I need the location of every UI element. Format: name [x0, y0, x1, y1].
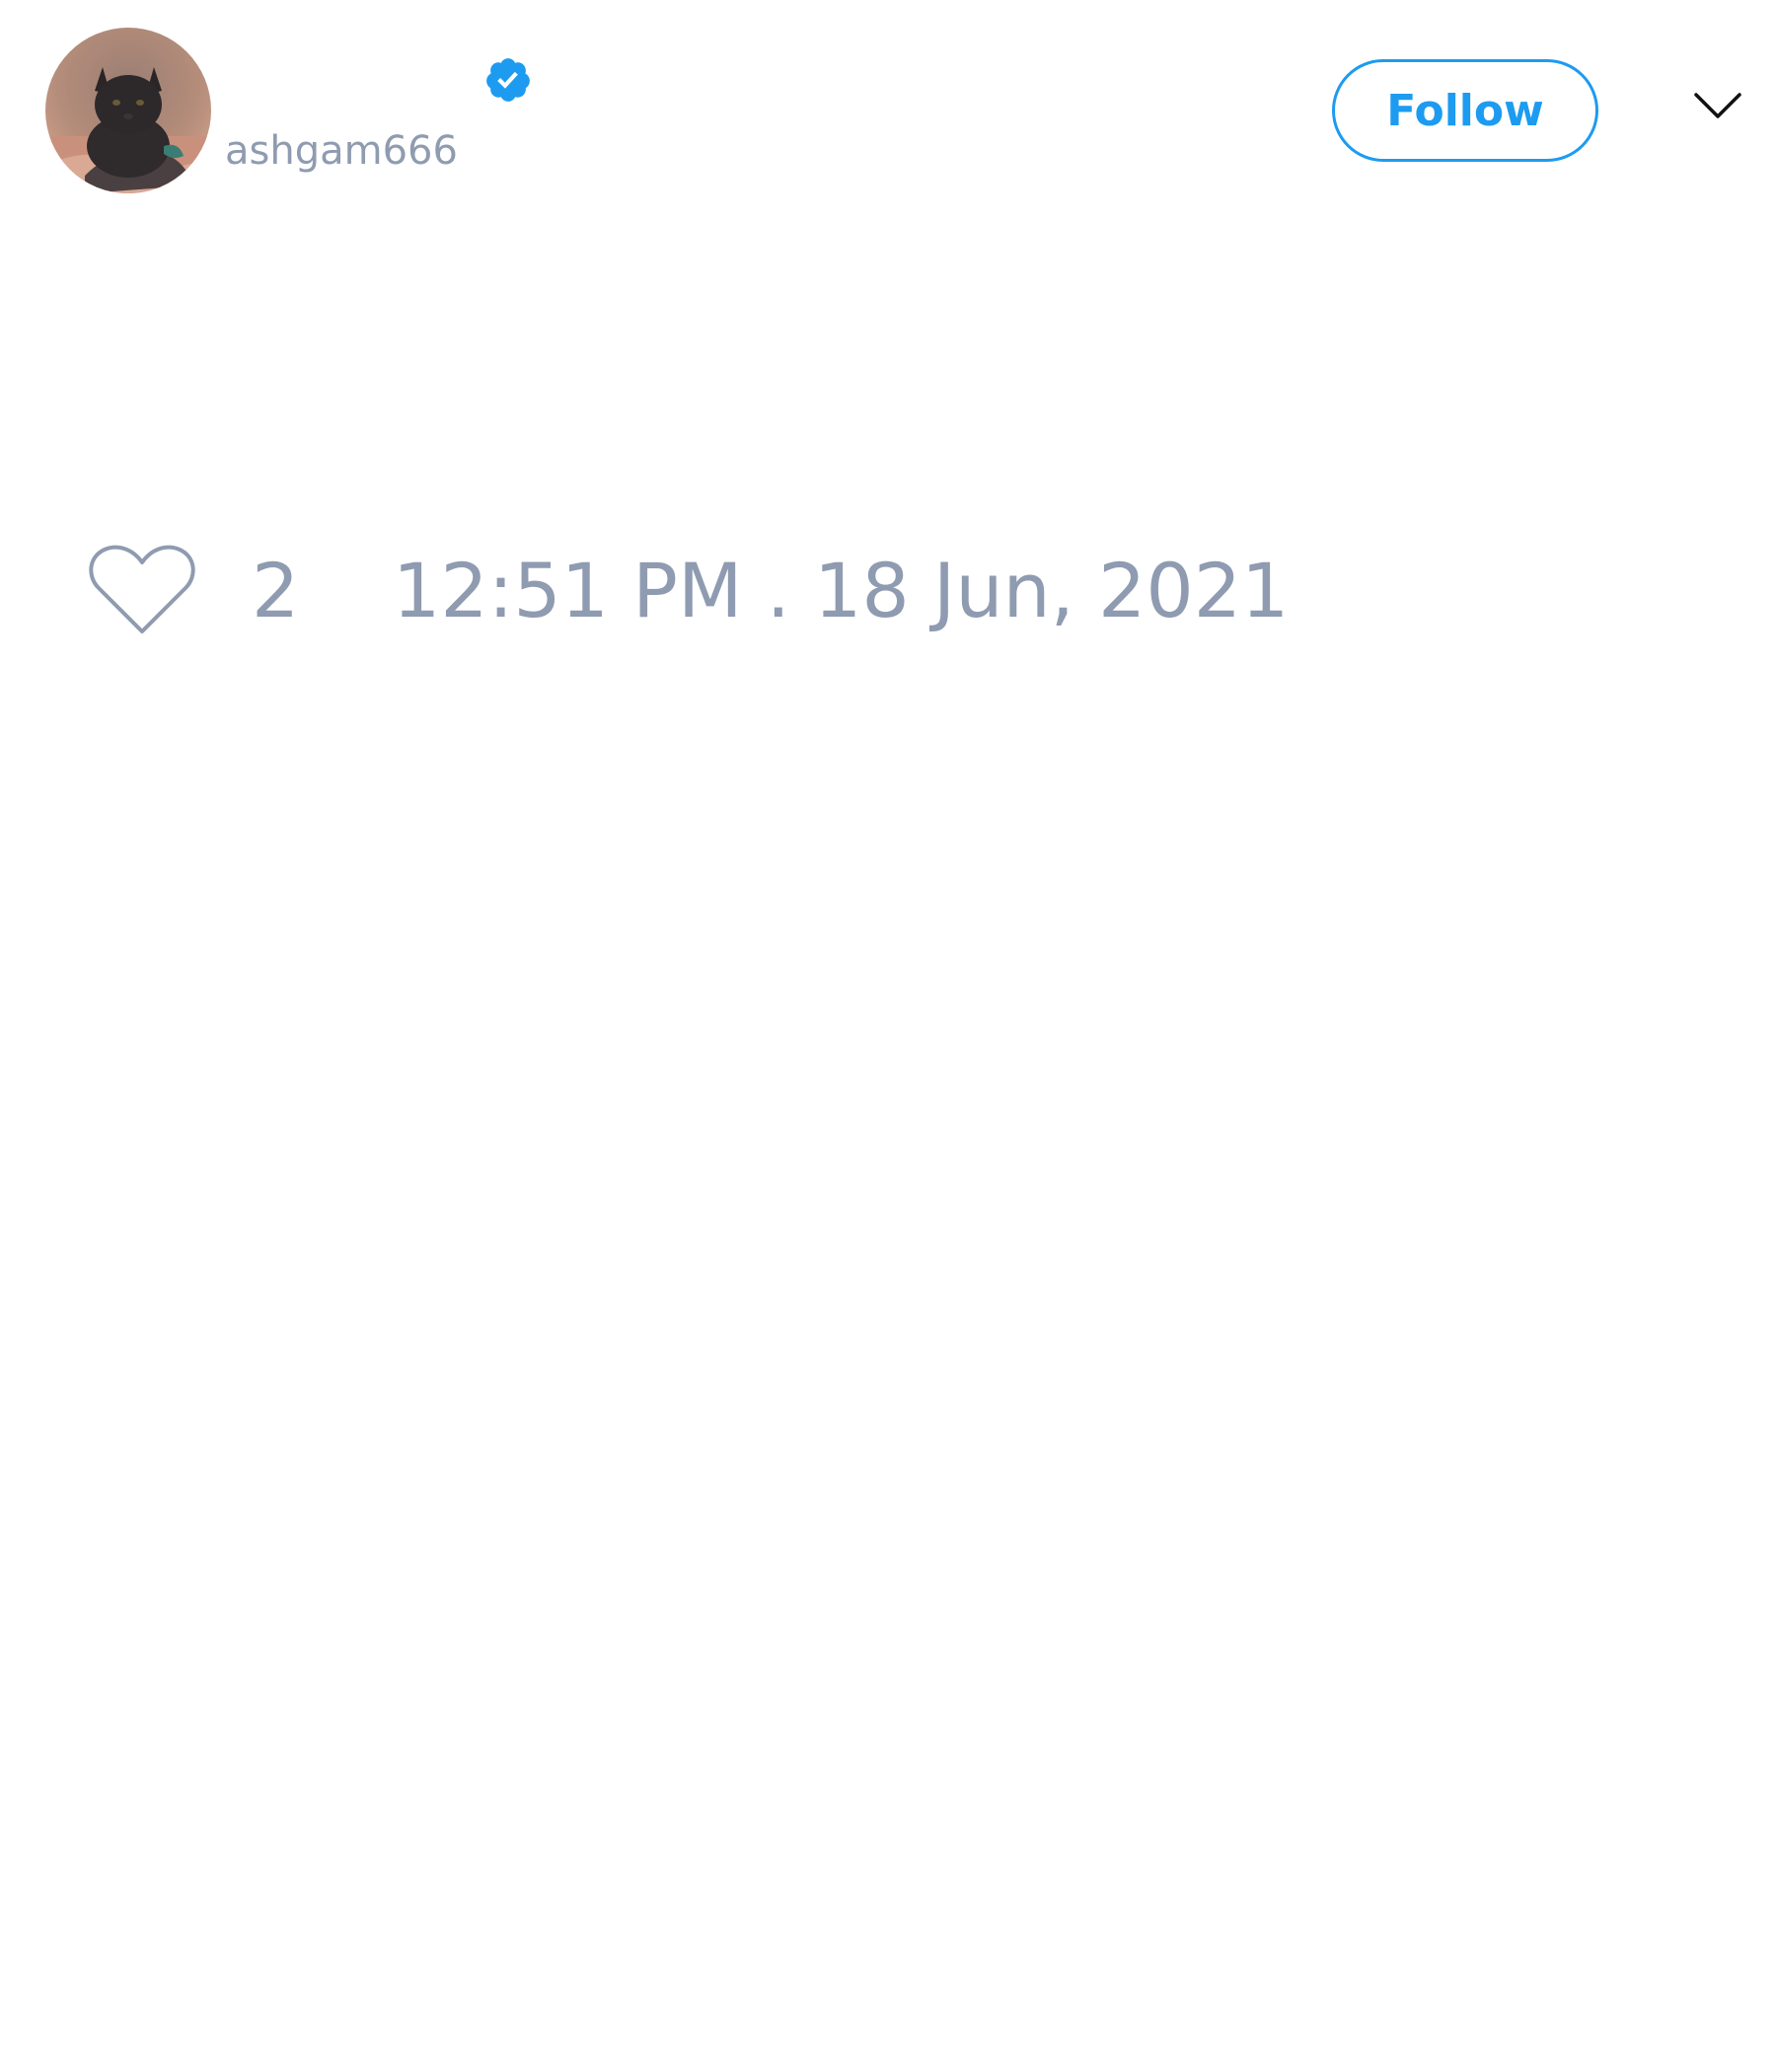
like-count: 2 [252, 547, 300, 634]
chevron-down-icon[interactable] [1693, 91, 1742, 120]
avatar[interactable] [45, 28, 211, 193]
verified-badge-icon [486, 58, 530, 102]
tweet-timestamp[interactable]: 12:51 PM . 18 Jun, 2021 [393, 547, 1289, 635]
cat-photo [45, 28, 211, 193]
follow-button[interactable]: Follow [1332, 59, 1598, 162]
heart-outline-icon[interactable] [89, 543, 195, 635]
author-handle[interactable]: ashgam666 [225, 126, 458, 176]
